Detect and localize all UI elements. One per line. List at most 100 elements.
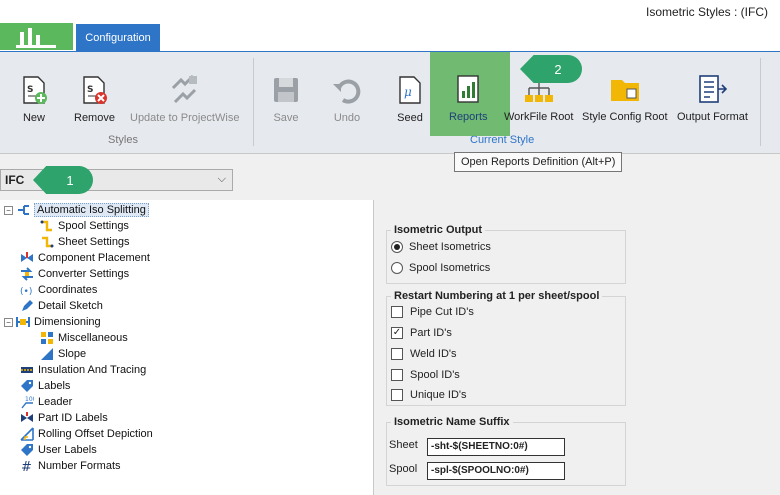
tree-item-dimensioning[interactable]: − Dimensioning: [4, 314, 101, 330]
undo-label: Undo: [333, 112, 361, 124]
tree-item-label: Spool Settings: [58, 220, 129, 232]
tree-item-label: Converter Settings: [38, 268, 130, 280]
tree-item-user-labels[interactable]: User Labels: [20, 442, 97, 458]
group-title: Isometric Output: [391, 224, 486, 236]
tree-item-label: Leader: [38, 396, 73, 408]
spool-icon: [40, 219, 54, 233]
spool-suffix-label: Spool: [389, 463, 418, 475]
checkbox-unchecked-icon: [391, 389, 403, 401]
save-button[interactable]: Save: [270, 74, 302, 124]
tree-item-coordinates[interactable]: (•) Coordinates: [20, 282, 97, 298]
tree-item-label: Component Placement: [38, 252, 150, 264]
option-label: Spool Isometrics: [409, 262, 491, 274]
undo-button[interactable]: Undo: [331, 74, 363, 124]
undo-arrow-icon: [333, 79, 361, 104]
svg-text:100: 100: [25, 396, 34, 403]
pipe-cut-ids-checkbox[interactable]: Pipe Cut ID's: [391, 306, 474, 318]
tree-item-label: Number Formats: [38, 460, 121, 472]
tree-item-label: Part ID Labels: [38, 412, 108, 424]
plant-logo-icon: [16, 28, 56, 48]
sheet-isometrics-radio[interactable]: Sheet Isometrics: [391, 241, 491, 253]
seed-file-icon: μ: [399, 76, 421, 104]
update-to-projectwise-button[interactable]: Update to ProjectWise: [130, 74, 239, 124]
user-tag-icon: [20, 443, 34, 457]
tree-item-part-id-labels[interactable]: Part ID Labels: [20, 410, 108, 426]
tree-item-label: Detail Sketch: [38, 300, 103, 312]
svg-text:S: S: [87, 85, 93, 95]
seed-button[interactable]: μ Seed: [394, 74, 426, 124]
app-menu-button[interactable]: [0, 23, 73, 50]
coordinates-icon: (•): [20, 283, 34, 297]
callout-1-number: 1: [66, 172, 74, 188]
collapse-icon[interactable]: −: [4, 317, 13, 327]
chevron-down-icon: ⌵: [217, 173, 226, 185]
projectwise-sync-icon: [171, 74, 197, 104]
tree-item-detail-sketch[interactable]: Detail Sketch: [20, 298, 103, 314]
reports-button[interactable]: Reports: [449, 73, 488, 123]
collapse-icon[interactable]: −: [4, 205, 13, 215]
slope-icon: [40, 347, 54, 361]
option-label: Weld ID's: [410, 348, 457, 360]
seed-label: Seed: [397, 112, 423, 124]
output-format-label: Output Format: [677, 111, 748, 123]
sheet-suffix-input[interactable]: -sht-$(SHEETNO:0#): [427, 438, 565, 456]
tree-item-sheet-settings[interactable]: Sheet Settings: [40, 234, 130, 250]
tree-item-component-placement[interactable]: Component Placement: [20, 250, 150, 266]
part-id-icon: [20, 411, 34, 425]
option-label: Pipe Cut ID's: [410, 306, 474, 318]
output-format-button[interactable]: Output Format: [677, 73, 748, 123]
tree-item-automatic-iso-splitting[interactable]: − Automatic Iso Splitting: [4, 202, 149, 218]
tree-item-label: Slope: [58, 348, 87, 360]
weld-ids-checkbox[interactable]: Weld ID's: [391, 348, 457, 360]
isometric-output-group: Isometric Output Sheet Isometrics Spool …: [386, 224, 626, 284]
tree-item-converter-settings[interactable]: Converter Settings: [20, 266, 129, 282]
style-selector-value: IFC: [5, 173, 25, 187]
radio-unselected-icon: [391, 262, 403, 274]
new-label: New: [22, 112, 45, 124]
group-title: Restart Numbering at 1 per sheet/spool: [391, 290, 603, 302]
label-tag-icon: [20, 379, 34, 393]
radio-selected-icon: [391, 241, 403, 253]
option-label: Part ID's: [410, 327, 452, 339]
part-ids-checkbox[interactable]: ✓ Part ID's: [391, 327, 452, 339]
tree-item-label: Miscellaneous: [58, 332, 128, 344]
svg-text:(•): (•): [20, 287, 32, 297]
sheet-icon: [40, 235, 54, 249]
new-button[interactable]: S New: [18, 74, 50, 124]
leader-line-icon: 100: [20, 395, 34, 409]
tree-item-labels[interactable]: Labels: [20, 378, 70, 394]
remove-button[interactable]: S Remove: [74, 74, 115, 124]
spool-isometrics-radio[interactable]: Spool Isometrics: [391, 262, 490, 274]
valve-icon: [20, 251, 34, 265]
tree-item-label: Automatic Iso Splitting: [34, 203, 149, 217]
tree-item-slope[interactable]: Slope: [40, 346, 86, 362]
option-label: Unique ID's: [410, 389, 467, 401]
spool-ids-checkbox[interactable]: Spool ID's: [391, 369, 460, 381]
ribbon-group-separator: [760, 58, 761, 146]
tab-configuration[interactable]: Configuration: [76, 24, 160, 51]
pencil-icon: [20, 299, 34, 313]
tree-item-rolling-offset-depiction[interactable]: Rolling Offset Depiction: [20, 426, 153, 442]
tree-item-leader[interactable]: 100 Leader: [20, 394, 72, 410]
callout-2-number: 2: [554, 61, 562, 77]
tree-item-label: Coordinates: [38, 284, 98, 296]
output-format-icon: [699, 75, 728, 103]
config-folder-icon: [610, 80, 639, 101]
style-config-root-label: Style Config Root: [582, 111, 668, 123]
checkbox-unchecked-icon: [391, 348, 403, 360]
insulation-icon: [20, 363, 34, 377]
tree-item-label: Dimensioning: [34, 316, 101, 328]
group-title: Isometric Name Suffix: [391, 416, 513, 428]
reports-label: Reports: [449, 111, 488, 123]
tree-item-label: Labels: [38, 380, 71, 392]
tree-item-insulation-and-tracing[interactable]: Insulation And Tracing: [20, 362, 146, 378]
unique-ids-checkbox[interactable]: Unique ID's: [391, 389, 467, 401]
checkbox-checked-icon: ✓: [391, 327, 403, 339]
reports-tooltip: Open Reports Definition (Alt+P): [454, 152, 623, 172]
tree-item-miscellaneous[interactable]: Miscellaneous: [40, 330, 128, 346]
svg-text:#: #: [21, 460, 32, 473]
tree-item-number-formats[interactable]: # Number Formats: [20, 458, 121, 474]
style-config-root-button[interactable]: Style Config Root: [582, 73, 668, 123]
tree-item-spool-settings[interactable]: Spool Settings: [40, 218, 129, 234]
spool-suffix-input[interactable]: -spl-$(SPOOLNO:0#): [427, 462, 565, 480]
